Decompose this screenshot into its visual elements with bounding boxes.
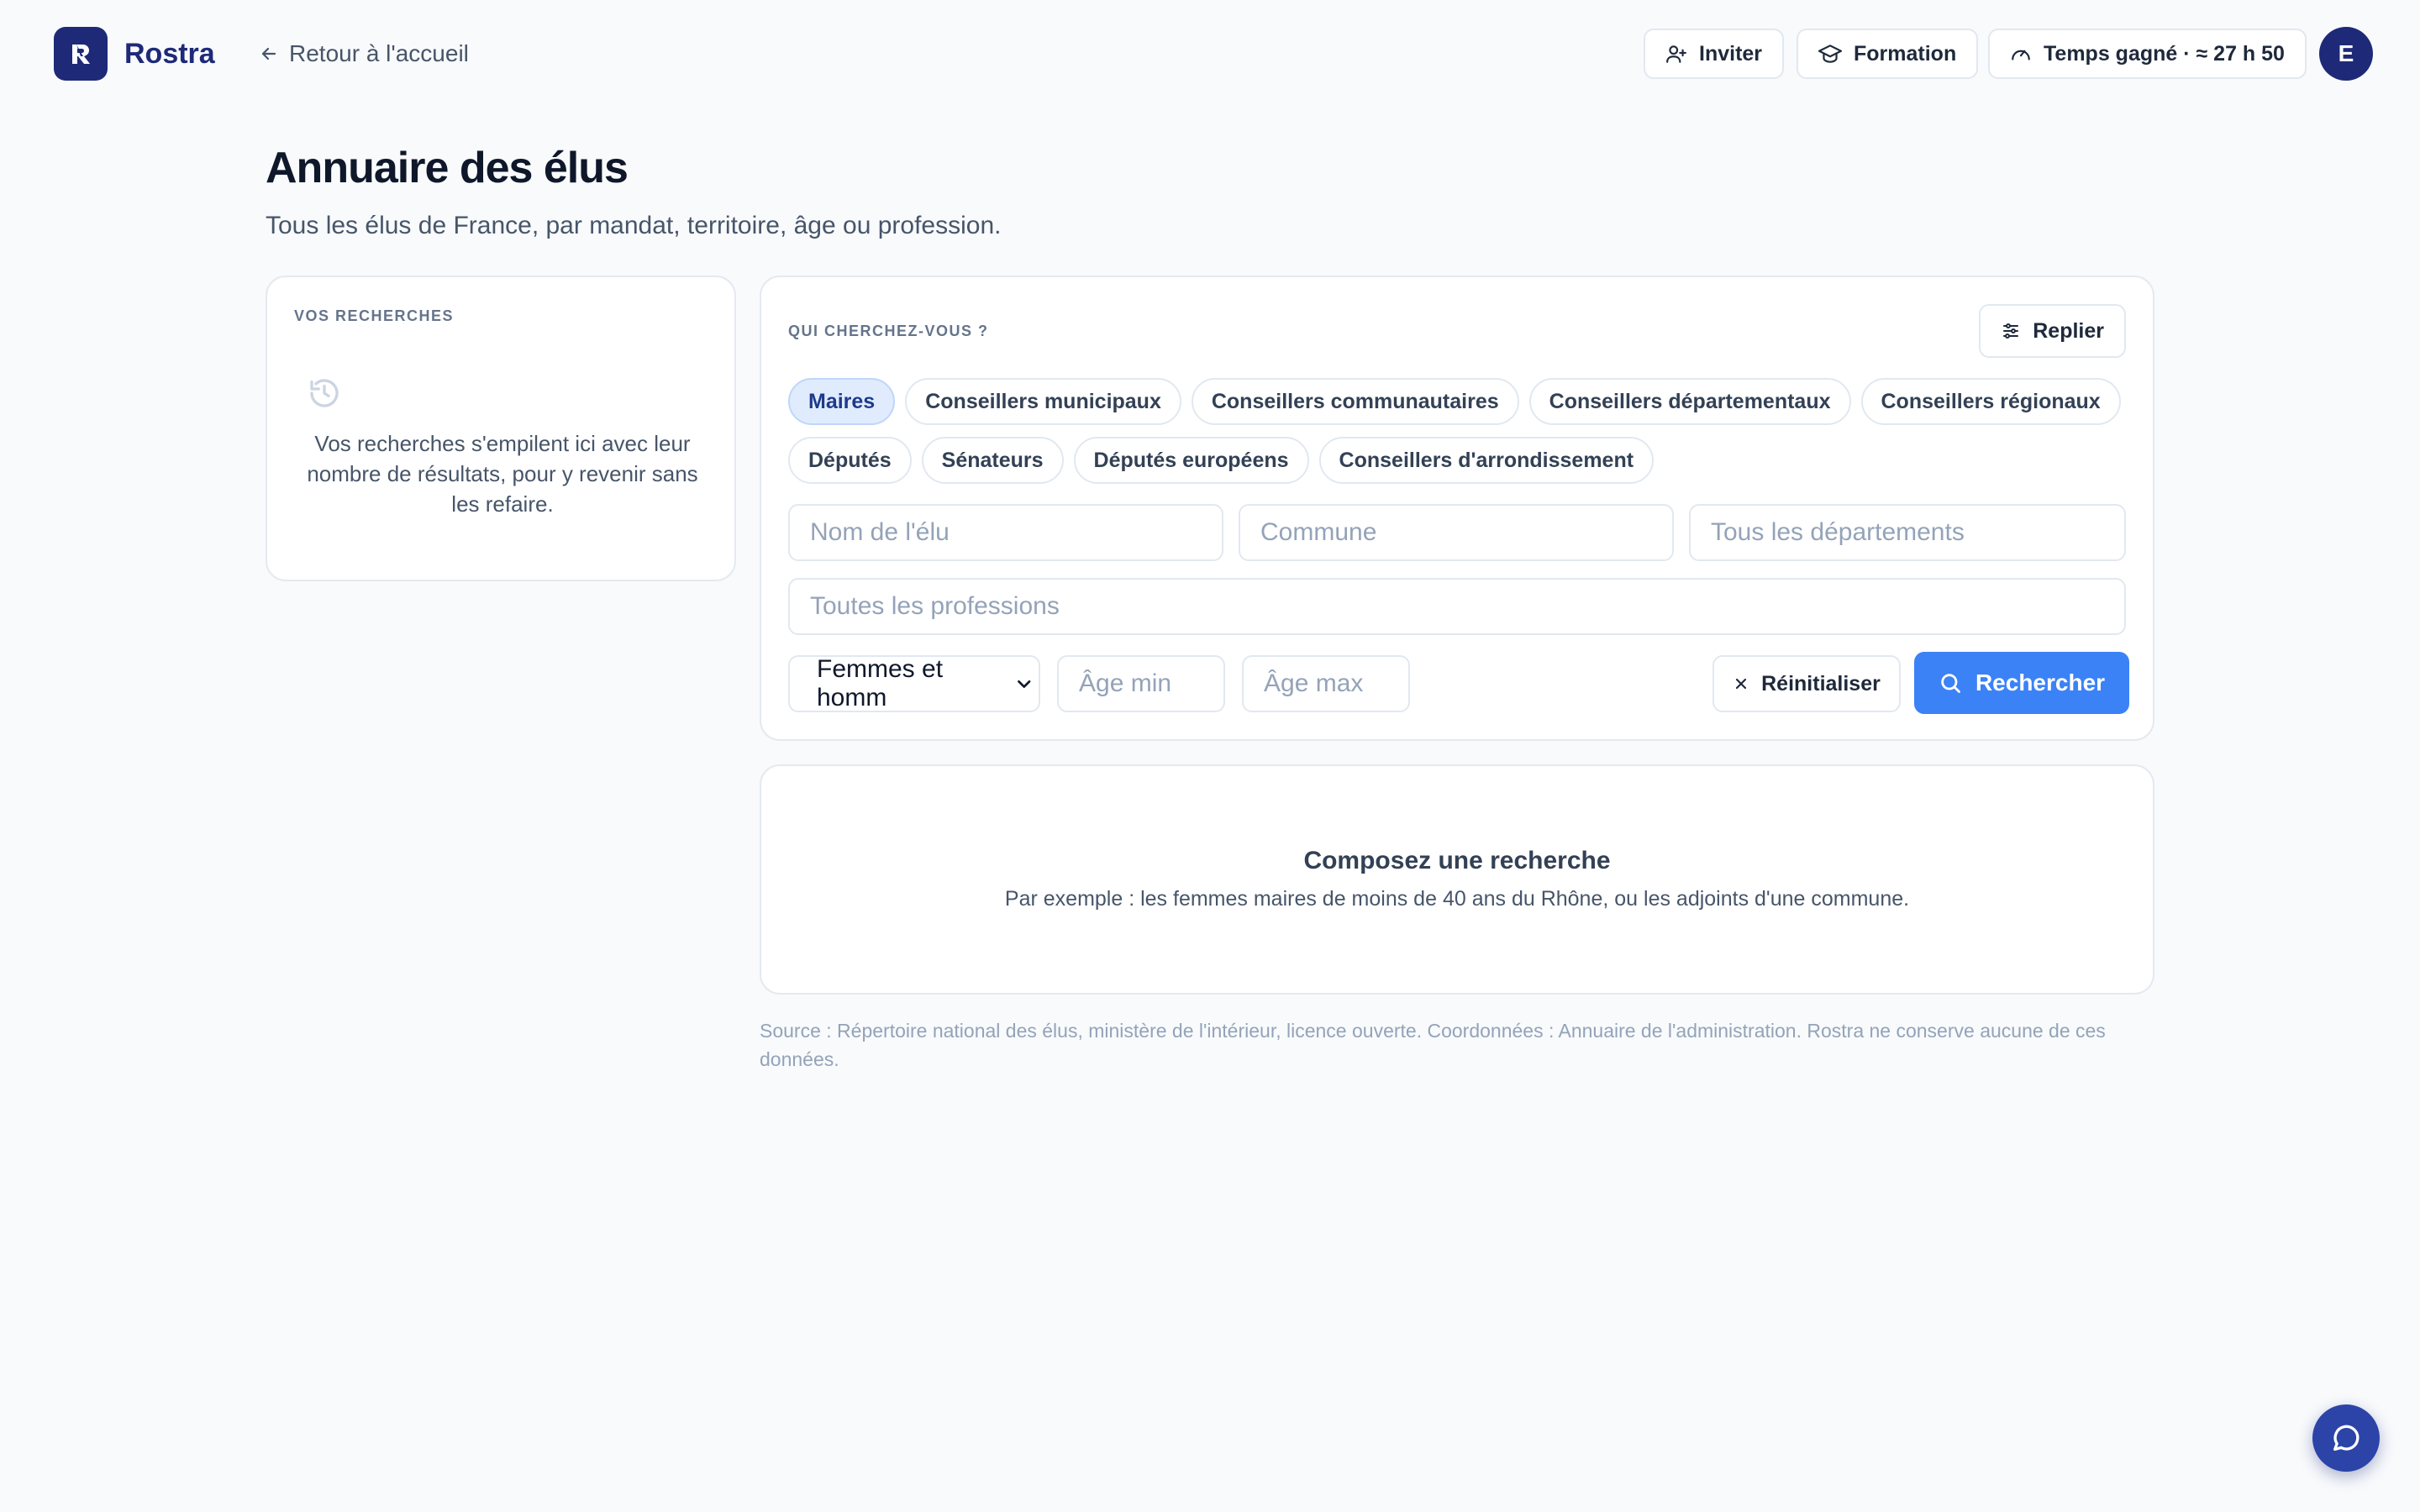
- back-to-home-link[interactable]: Retour à l'accueil: [259, 34, 469, 74]
- chat-button[interactable]: [2312, 1404, 2380, 1472]
- fold-label: Replier: [2033, 318, 2104, 343]
- source-note: Source : Répertoire national des élus, m…: [760, 1020, 2106, 1070]
- gender-select[interactable]: Femmes et homm: [788, 655, 1040, 712]
- gauge-icon: [2012, 50, 2030, 60]
- search-form-panel: QUI CHERCHEZ-VOUS ? Replier Maires Conse…: [760, 276, 2154, 741]
- logo-mark-icon: [72, 45, 90, 64]
- chip-senateurs[interactable]: Sénateurs: [921, 437, 1064, 484]
- age-max-input[interactable]: Âge max: [1242, 655, 1410, 712]
- history-section-label: VOS RECHERCHES: [294, 307, 455, 324]
- commune-input[interactable]: Commune: [1239, 504, 1674, 561]
- training-label: Formation: [1854, 41, 1957, 66]
- search-button[interactable]: Rechercher: [1914, 652, 2129, 714]
- graduation-cap-icon: [1818, 45, 1842, 63]
- chip-conseillers-communautaires[interactable]: Conseillers communautaires: [1191, 378, 1519, 425]
- top-bar: Rostra Retour à l'accueil Inviter Format…: [0, 0, 2420, 108]
- empty-state-text: Par exemple : les femmes maires de moins…: [1004, 887, 1910, 911]
- chip-maires[interactable]: Maires: [788, 378, 896, 425]
- time-saved-button[interactable]: Temps gagné · ≈ 27 h 50: [1988, 29, 2307, 79]
- time-saved-label: Temps gagné · ≈ 27 h 50: [2044, 41, 2285, 66]
- history-empty-text: Vos recherches s'empilent ici avec leur …: [307, 431, 698, 517]
- history-icon: [308, 376, 341, 414]
- user-plus-icon: [1666, 45, 1686, 63]
- chip-deputes-europeens[interactable]: Députés européens: [1073, 437, 1309, 484]
- page-subtitle: Tous les élus de France, par mandat, ter…: [266, 212, 1002, 239]
- search-label: Rechercher: [1975, 669, 2106, 696]
- age-min-input[interactable]: Âge min: [1057, 655, 1225, 712]
- invite-button[interactable]: Inviter: [1644, 29, 1785, 79]
- reset-label: Réinitialiser: [1761, 671, 1881, 696]
- results-empty-state: Composez une recherche Par exemple : les…: [760, 764, 2154, 995]
- close-icon: [1736, 678, 1747, 690]
- reset-button[interactable]: Réinitialiser: [1712, 655, 1901, 712]
- arrow-left-icon: [261, 47, 276, 60]
- invite-label: Inviter: [1699, 41, 1763, 66]
- mandate-chips: Maires Conseillers municipaux Conseiller…: [788, 378, 2133, 484]
- avatar[interactable]: E: [2319, 27, 2373, 81]
- chip-conseillers-arrondissement[interactable]: Conseillers d'arrondissement: [1318, 437, 1655, 484]
- fold-button[interactable]: Replier: [1979, 304, 2126, 358]
- gender-select-value: Femmes et homm: [817, 655, 944, 711]
- chat-bubble-icon: [2333, 1425, 2360, 1451]
- brand-name[interactable]: Rostra: [124, 34, 215, 74]
- chip-conseillers-departementaux[interactable]: Conseillers départementaux: [1528, 378, 1851, 425]
- empty-state-title: Composez une recherche: [1303, 847, 1611, 874]
- search-icon: [1941, 674, 1960, 693]
- chip-conseillers-municipaux[interactable]: Conseillers municipaux: [905, 378, 1181, 425]
- chip-conseillers-regionaux[interactable]: Conseillers régionaux: [1860, 378, 2121, 425]
- name-input[interactable]: Nom de l'élu: [788, 504, 1223, 561]
- search-section-label: QUI CHERCHEZ-VOUS ?: [788, 323, 989, 339]
- training-button[interactable]: Formation: [1797, 29, 1979, 79]
- page-title: Annuaire des élus: [266, 144, 629, 192]
- chip-deputes[interactable]: Députés: [788, 437, 912, 484]
- back-link-label: Retour à l'accueil: [289, 40, 469, 66]
- search-history-panel: VOS RECHERCHES Vos recherches s'empilent…: [266, 276, 736, 581]
- logo[interactable]: [54, 27, 108, 81]
- chevron-down-icon: [1018, 680, 1031, 688]
- profession-input[interactable]: Toutes les professions: [788, 578, 2126, 635]
- department-select[interactable]: Tous les départements: [1689, 504, 2126, 561]
- sliders-icon: [2003, 323, 2019, 339]
